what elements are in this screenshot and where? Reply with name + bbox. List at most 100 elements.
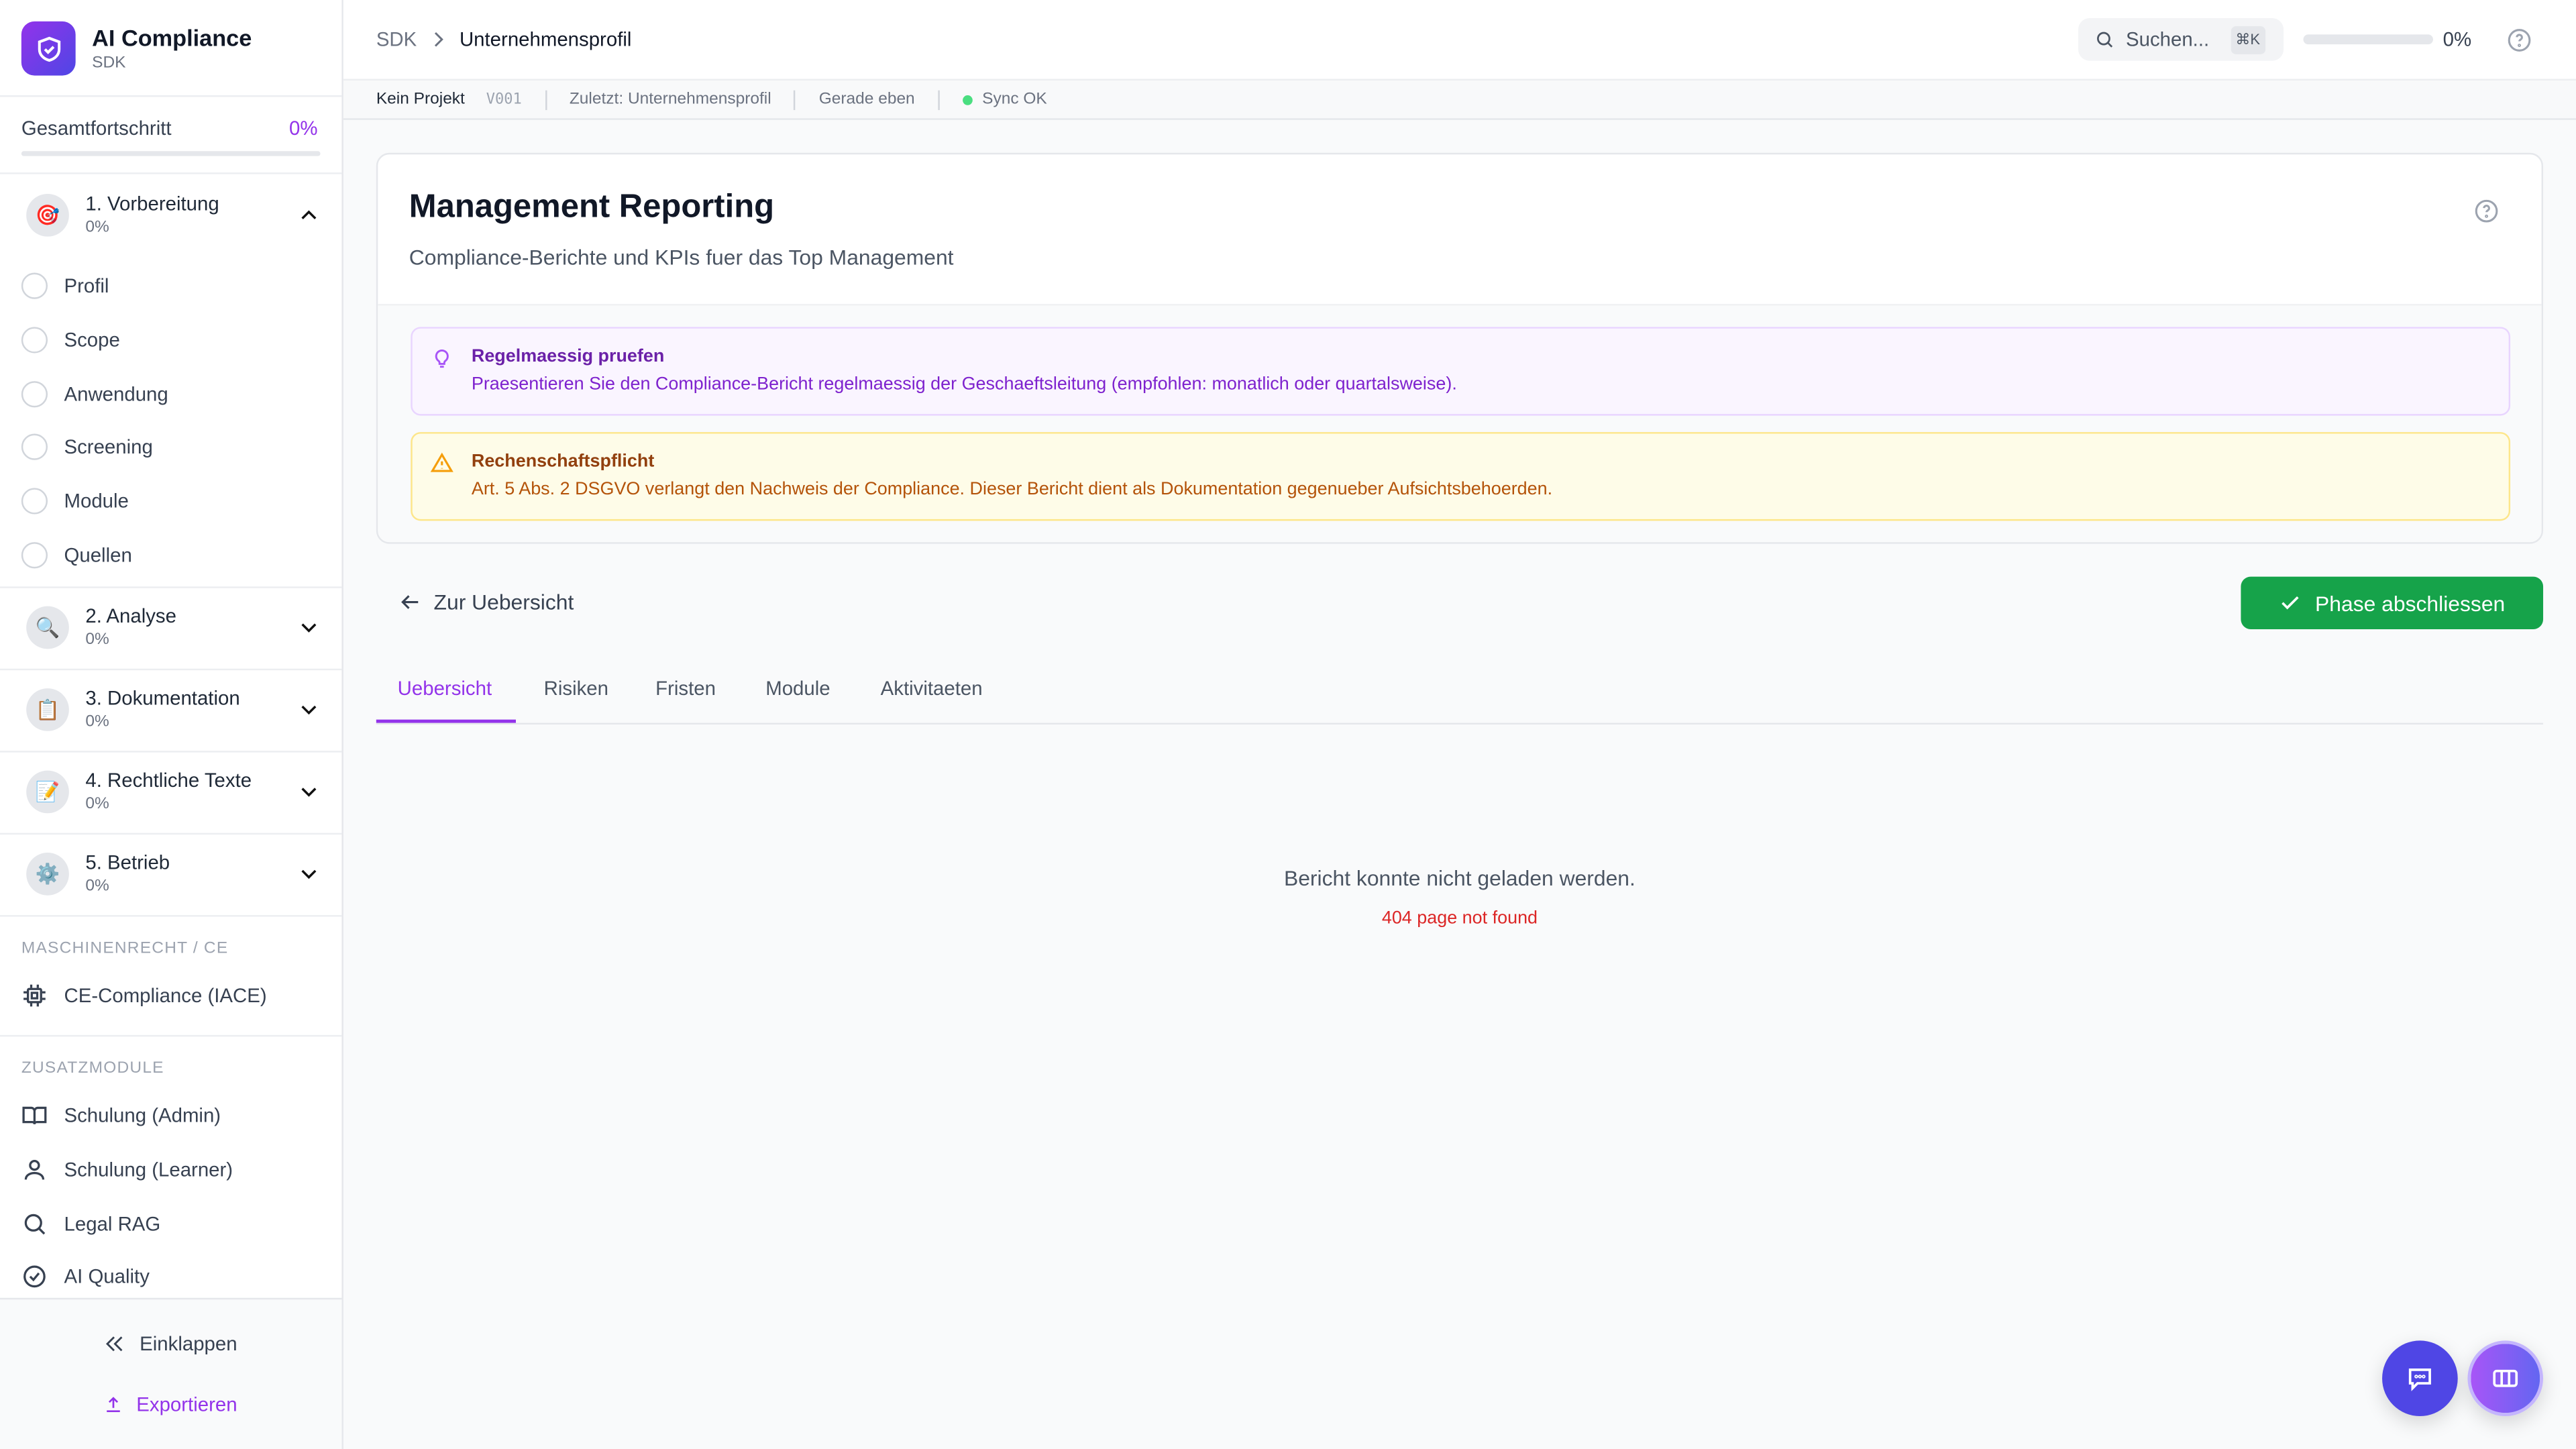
sidebar-item-ce-compliance[interactable]: CE-Compliance (IACE)	[21, 979, 267, 1012]
phase-label: 5. Betrieb	[85, 851, 170, 874]
top-header: SDK Unternehmensprofil Suchen... ⌘K 0%	[343, 0, 2576, 81]
memo-icon: 📝	[26, 770, 69, 814]
project-name[interactable]: Kein Projekt	[376, 91, 465, 109]
columns-widget-button[interactable]	[2467, 1340, 2544, 1417]
phase-betrieb[interactable]: ⚙️ 5. Betrieb 0%	[0, 835, 341, 916]
complete-label: Phase abschliessen	[2315, 590, 2506, 616]
gear-icon: ⚙️	[26, 853, 69, 896]
phase-dokumentation[interactable]: 📋 3. Dokumentation 0%	[0, 670, 341, 752]
status-circle-icon	[21, 272, 48, 299]
version-label: V001	[486, 91, 522, 108]
sidebar-item-schulung-admin[interactable]: Schulung (Admin)	[21, 1099, 221, 1132]
columns-icon	[2493, 1369, 2518, 1387]
item-label: Anwendung	[64, 382, 168, 406]
clipboard-icon: 📋	[26, 688, 69, 731]
breadcrumb-sdk[interactable]: SDK	[376, 28, 417, 51]
overall-progress-value: 0%	[289, 116, 318, 140]
sidebar-item-ai-quality[interactable]: AI Quality	[21, 1260, 150, 1293]
help-icon[interactable]	[2474, 199, 2499, 223]
alert-text: Praesentieren Sie den Compliance-Bericht…	[471, 374, 1457, 394]
chevrons-left-icon	[105, 1336, 123, 1352]
sidebar-item-scope[interactable]: Scope	[21, 323, 120, 356]
tab-uebersicht[interactable]: Uebersicht	[398, 677, 492, 700]
error-detail: 404 page not found	[1381, 908, 1538, 928]
page-title: Management Reporting	[409, 189, 775, 225]
warning-triangle-icon	[430, 452, 453, 472]
sync-status: Sync OK	[982, 90, 1047, 109]
sidebar-item-profil[interactable]: Profil	[21, 270, 109, 303]
search-icon	[2097, 32, 2113, 48]
status-circle-icon	[21, 327, 48, 354]
sync-status-dot	[962, 94, 973, 105]
item-label: CE-Compliance (IACE)	[64, 983, 267, 1008]
collapse-label: Einklappen	[140, 1332, 237, 1356]
status-circle-icon	[21, 381, 48, 408]
breadcrumb: SDK Unternehmensprofil	[376, 28, 632, 51]
sidebar-item-anwendung[interactable]: Anwendung	[21, 378, 168, 411]
app-subtitle: SDK	[92, 54, 126, 72]
book-open-icon	[22, 1106, 47, 1125]
back-label: Zur Uebersicht	[433, 590, 574, 614]
help-icon[interactable]	[2507, 28, 2532, 53]
phase-progress: 0%	[85, 877, 109, 896]
item-label: AI Quality	[64, 1265, 150, 1289]
chat-button[interactable]	[2382, 1340, 2458, 1417]
phase-progress: 0%	[85, 712, 109, 731]
sidebar-item-legal-rag[interactable]: Legal RAG	[21, 1208, 160, 1240]
phase-analyse[interactable]: 🔍 2. Analyse 0%	[0, 588, 341, 670]
chat-bubble-icon	[2408, 1368, 2431, 1391]
item-label: Quellen	[64, 543, 132, 567]
save-time: Gerade eben	[818, 90, 915, 109]
collapse-button[interactable]: Einklappen	[103, 1332, 237, 1355]
sidebar-footer: Einklappen Exportieren	[0, 1297, 342, 1449]
breadcrumb-current: Unternehmensprofil	[459, 28, 632, 51]
status-circle-icon	[21, 488, 48, 515]
sidebar-item-quellen[interactable]: Quellen	[21, 539, 132, 572]
cpu-icon	[23, 984, 46, 1007]
item-label: Scope	[64, 328, 120, 352]
item-label: Schulung (Admin)	[64, 1104, 221, 1128]
item-label: Module	[64, 489, 129, 513]
chevron-down-icon	[301, 705, 317, 715]
chevron-up-icon	[301, 210, 317, 219]
sidebar: AI Compliance SDK Gesamtfortschritt 0% 🎯…	[0, 0, 343, 1449]
target-icon: 🎯	[26, 193, 69, 237]
header-progress-value: 0%	[2443, 28, 2472, 51]
shield-check-icon	[37, 36, 60, 61]
lightbulb-icon	[435, 350, 449, 368]
sidebar-item-screening[interactable]: Screening	[21, 431, 153, 464]
sidebar-item-module[interactable]: Module	[21, 484, 129, 517]
search-icon	[24, 1214, 46, 1235]
phase-label: 3. Dokumentation	[85, 686, 240, 710]
complete-phase-button[interactable]: Phase abschliessen	[2241, 576, 2544, 629]
upload-icon	[107, 1397, 120, 1413]
shortcut-badge: ⌘K	[2231, 25, 2265, 54]
status-circle-icon	[21, 433, 48, 460]
back-to-overview-link[interactable]: Zur Uebersicht	[398, 590, 574, 614]
sidebar-item-schulung-learner[interactable]: Schulung (Learner)	[21, 1153, 233, 1186]
phase-label: 2. Analyse	[85, 604, 176, 628]
phase-progress: 0%	[85, 218, 109, 237]
phase-rechtliche-texte[interactable]: 📝 4. Rechtliche Texte 0%	[0, 753, 341, 835]
tab-risiken[interactable]: Risiken	[544, 677, 608, 700]
check-circle-icon	[23, 1265, 46, 1288]
page-header-card: Management Reporting Compliance-Berichte…	[376, 152, 2544, 544]
alert-title: Regelmaessig pruefen	[471, 346, 665, 367]
tab-aktivitaeten[interactable]: Aktivitaeten	[881, 677, 983, 700]
last-visited: Zuletzt: Unternehmensprofil	[569, 90, 771, 109]
user-icon	[24, 1159, 45, 1180]
info-alert: Regelmaessig pruefen Praesentieren Sie d…	[411, 327, 2511, 416]
active-tab-indicator	[376, 719, 516, 723]
item-label: Screening	[64, 435, 153, 459]
warning-alert: Rechenschaftspflicht Art. 5 Abs. 2 DSGVO…	[411, 432, 2511, 521]
status-bar: Kein Projekt V001 Zuletzt: Unternehmensp…	[343, 80, 2576, 120]
search-input[interactable]: Suchen... ⌘K	[2078, 17, 2284, 61]
phase-vorbereitung[interactable]: 🎯 1. Vorbereitung 0%	[0, 176, 341, 258]
chevron-down-icon	[301, 869, 317, 879]
section-title-machine: MASCHINENRECHT / CE	[21, 939, 229, 958]
search-placeholder: Suchen...	[2126, 28, 2210, 51]
tab-fristen[interactable]: Fristen	[655, 677, 716, 700]
error-message: Bericht konnte nicht geladen werden.	[1283, 865, 1635, 891]
export-button[interactable]: Exportieren	[103, 1393, 237, 1416]
tab-module[interactable]: Module	[765, 677, 830, 700]
